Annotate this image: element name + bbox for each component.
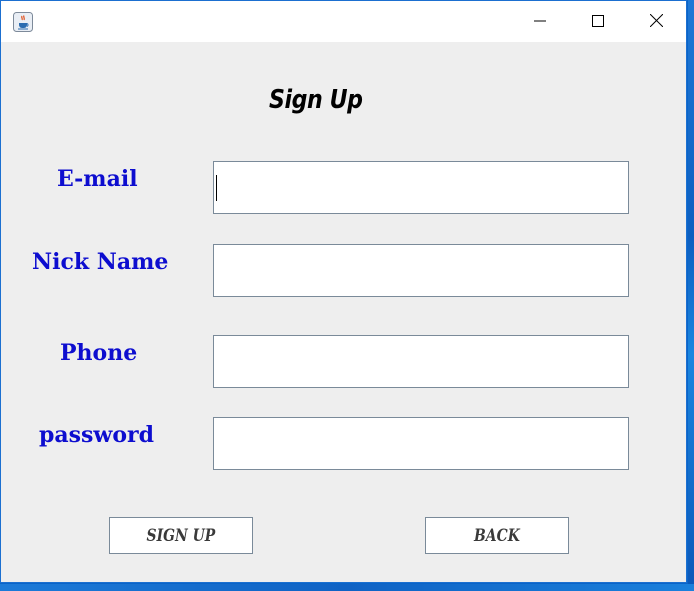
- password-field[interactable]: [213, 417, 629, 470]
- close-icon: [649, 12, 663, 31]
- back-button[interactable]: BACK: [425, 517, 569, 554]
- password-label: password: [39, 422, 154, 448]
- minimize-button[interactable]: [511, 1, 569, 42]
- email-label: E-mail: [57, 166, 138, 192]
- close-button[interactable]: [627, 1, 685, 42]
- minimize-icon: [534, 12, 546, 31]
- java-cup-icon: [13, 12, 33, 32]
- nickname-label: Nick Name: [32, 249, 169, 275]
- nickname-field[interactable]: [213, 244, 629, 297]
- sign-up-button[interactable]: SIGN UP: [109, 517, 253, 554]
- maximize-icon: [592, 12, 604, 31]
- desktop-background: [688, 0, 694, 591]
- phone-field[interactable]: [213, 335, 629, 388]
- sign-up-button-label: SIGN UP: [146, 525, 216, 546]
- phone-label: Phone: [60, 340, 138, 366]
- signup-window: Sign Up E-mail Nick Name Phone password …: [0, 0, 687, 583]
- desktop-taskbar-edge: [0, 584, 694, 591]
- back-button-label: BACK: [474, 525, 520, 546]
- title-bar[interactable]: [1, 1, 686, 42]
- page-title: Sign Up: [269, 85, 363, 115]
- text-caret: [216, 175, 217, 201]
- email-field[interactable]: [213, 161, 629, 214]
- maximize-button[interactable]: [569, 1, 627, 42]
